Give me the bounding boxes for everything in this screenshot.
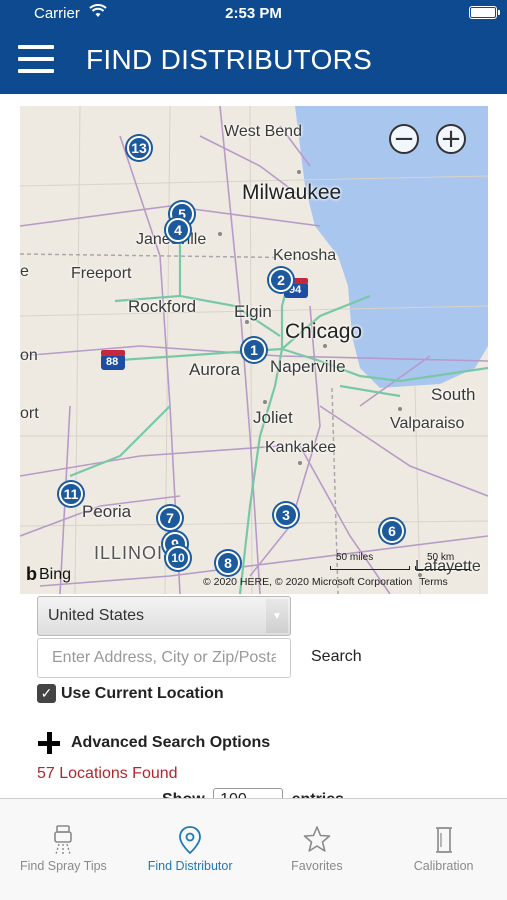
calibration-icon	[435, 827, 452, 853]
zoom-in-button[interactable]: +	[436, 124, 466, 154]
clock: 2:53 PM	[225, 5, 282, 22]
map-view[interactable]: 94 88 − + West Bend Milwaukee Janesville…	[20, 106, 488, 594]
map-pin[interactable]: 3	[274, 503, 298, 527]
tab-label: Favorites	[291, 859, 343, 873]
advanced-search-toggle[interactable]: Advanced Search Options	[71, 734, 270, 752]
city-label: Peoria	[82, 502, 132, 521]
use-current-location-checkbox[interactable]: ✓	[37, 684, 56, 703]
map-pin[interactable]: 7	[158, 506, 182, 530]
scale-km-label: 50 km	[427, 552, 455, 563]
city-label: Kenosha	[273, 247, 337, 264]
map-pin[interactable]: 8	[216, 551, 240, 575]
star-icon	[303, 826, 331, 852]
city-label: Kankakee	[265, 439, 337, 456]
use-current-location-label: Use Current Location	[61, 685, 224, 702]
results-count: 57 Locations Found	[37, 765, 178, 782]
plus-icon[interactable]	[37, 731, 61, 755]
map-pin[interactable]: 4	[166, 218, 190, 242]
city-label: ort	[20, 405, 39, 422]
battery-icon	[469, 6, 500, 19]
tab-bar: Find Spray Tips Find Distributor Favorit…	[0, 798, 507, 900]
zoom-out-button[interactable]: −	[389, 124, 419, 154]
menu-icon[interactable]	[18, 41, 54, 77]
city-label: West Bend	[224, 123, 302, 140]
bing-b-icon: b	[26, 564, 37, 584]
city-label: Chicago	[285, 320, 363, 343]
tab-label: Find Spray Tips	[19, 859, 107, 873]
tab-label: Calibration	[413, 859, 474, 873]
bing-logo: b Bing	[26, 564, 71, 585]
city-label: e	[20, 263, 29, 280]
status-bar: Carrier 2:53 PM	[0, 0, 507, 28]
highway-88-label: 88	[106, 356, 119, 368]
search-button[interactable]: Search	[311, 648, 362, 666]
address-input[interactable]	[37, 638, 291, 678]
country-select[interactable]: United States ▼	[37, 596, 291, 636]
tab-label: Find Distributor	[147, 859, 233, 873]
map-copyright: © 2020 HERE, © 2020 Microsoft Corporatio…	[203, 576, 448, 588]
scale-miles-label: 50 miles	[336, 552, 374, 563]
map-pin[interactable]: 2	[269, 268, 293, 292]
chevron-down-icon: ▼	[266, 599, 288, 633]
map-pin[interactable]: 1	[242, 338, 266, 362]
app-header: FIND DISTRIBUTORS	[0, 28, 507, 94]
map-pin[interactable]: 11	[59, 482, 83, 506]
tab-find-spray-tips[interactable]: Find Spray Tips	[0, 799, 127, 900]
city-label: Aurora	[189, 360, 241, 379]
city-label: Joliet	[253, 408, 293, 427]
page-title: FIND DISTRIBUTORS	[86, 44, 373, 75]
location-pin-icon	[179, 826, 202, 855]
map-pin[interactable]: 6	[380, 519, 404, 543]
country-value: United States	[48, 607, 145, 624]
map-pin[interactable]: 10	[166, 546, 190, 570]
scale-km-bar	[415, 566, 470, 570]
city-label: Rockford	[128, 297, 197, 316]
bing-label: Bing	[39, 565, 72, 583]
city-label: Naperville	[270, 357, 346, 376]
tab-favorites[interactable]: Favorites	[254, 799, 381, 900]
tab-calibration[interactable]: Calibration	[380, 799, 507, 900]
scale-miles-bar	[330, 566, 410, 570]
city-label: South	[431, 385, 476, 404]
city-label: on	[20, 347, 38, 364]
copyright-text: © 2020 HERE, © 2020 Microsoft Corporatio…	[203, 576, 413, 588]
spray-gun-icon	[54, 825, 73, 855]
city-label: Freeport	[71, 265, 132, 282]
city-label: Valparaiso	[390, 415, 465, 432]
terms-link[interactable]: Terms	[419, 576, 448, 588]
city-label: Elgin	[234, 302, 272, 321]
city-label: Milwaukee	[242, 181, 342, 204]
tab-find-distributor[interactable]: Find Distributor	[127, 799, 254, 900]
map-pin[interactable]: 13	[127, 136, 151, 160]
